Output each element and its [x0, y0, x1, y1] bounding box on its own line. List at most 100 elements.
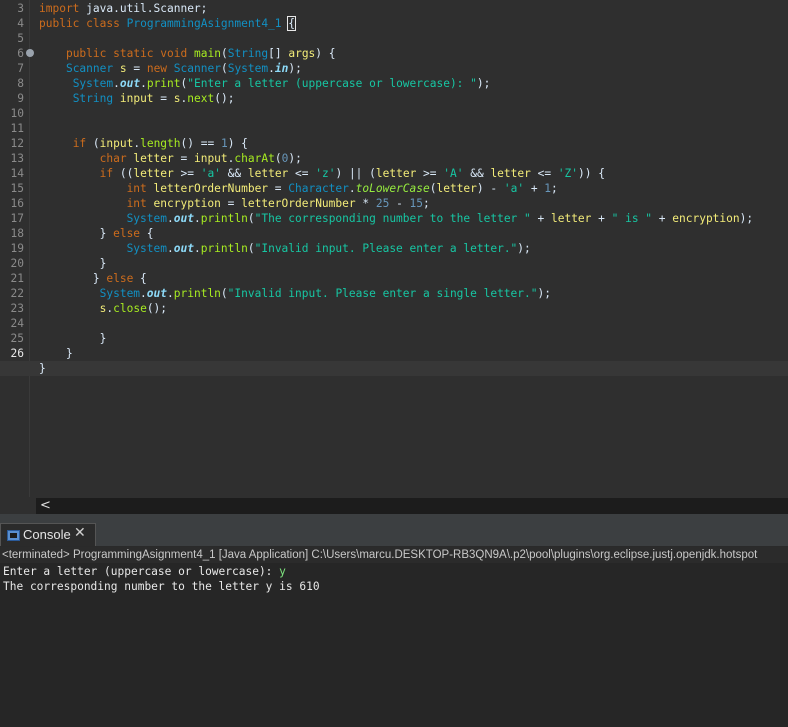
- code-token: letter: [490, 167, 531, 180]
- horizontal-scrollbar[interactable]: <: [36, 498, 788, 514]
- code-token: class: [86, 17, 120, 30]
- code-line[interactable]: 14 if ((letter >= 'a' && letter <= 'z') …: [0, 166, 788, 181]
- code-token: +: [524, 182, 545, 195]
- code-line[interactable]: 4 public class ProgrammingAsignment4_1 {: [0, 16, 788, 31]
- code-token: s: [119, 62, 127, 75]
- line-number: 16: [10, 197, 24, 210]
- tab-console[interactable]: Console ✕: [0, 523, 96, 546]
- code-line[interactable]: 22 System.out.println("Invalid input. Pl…: [0, 286, 788, 301]
- line-number: 13: [10, 152, 24, 165]
- code-line[interactable]: 6 public static void main(String[] args)…: [0, 46, 788, 61]
- code-line[interactable]: 23 s.close();: [0, 301, 788, 316]
- scroll-left-arrow-icon[interactable]: <: [40, 498, 51, 514]
- code-line[interactable]: 10: [0, 106, 788, 121]
- code-token: public: [39, 17, 80, 30]
- code-line[interactable]: 7 Scanner s = new Scanner(System.in);: [0, 61, 788, 76]
- console-view-toolbar: Console ✕: [0, 520, 788, 547]
- console-prompt-text: Enter a letter (uppercase or lowercase):: [3, 565, 280, 578]
- code-line[interactable]: 17 System.out.println("The corresponding…: [0, 211, 788, 226]
- code-text: int letterOrderNumber = Character.toLowe…: [39, 181, 558, 196]
- code-token: +: [530, 212, 551, 225]
- code-line[interactable]: 5: [0, 31, 788, 46]
- code-token: .: [140, 287, 147, 300]
- code-text: String input = s.next();: [39, 91, 235, 106]
- code-editor[interactable]: 3 import java.util.Scanner; 4 public class …: [0, 0, 788, 497]
- code-text: if ((letter >= 'a' && letter <= 'z') || …: [39, 166, 605, 181]
- code-token: public: [65, 47, 107, 60]
- code-token: "The corresponding number to the letter …: [254, 212, 531, 225]
- code-token: if: [72, 137, 87, 150]
- code-token: +: [591, 212, 612, 225]
- code-token: []: [268, 47, 289, 60]
- code-token: letter: [550, 212, 592, 225]
- line-number: 7: [17, 62, 24, 75]
- code-line[interactable]: }: [0, 361, 788, 376]
- fold-toggle-icon[interactable]: [26, 49, 34, 57]
- code-line[interactable]: 12 if (input.length() == 1) {: [0, 136, 788, 151]
- code-line[interactable]: 25 }: [0, 331, 788, 346]
- code-token: 'z': [315, 167, 336, 180]
- code-token: int: [126, 197, 147, 210]
- code-line[interactable]: 21 } else {: [0, 271, 788, 286]
- code-token: }: [39, 227, 114, 240]
- code-token: &&: [463, 167, 491, 180]
- code-token: input: [193, 152, 228, 165]
- code-token: );: [288, 62, 302, 75]
- line-number: 11: [10, 122, 24, 135]
- code-token: out: [173, 212, 194, 225]
- code-line[interactable]: 3 import java.util.Scanner;: [0, 1, 788, 16]
- code-token: .: [113, 77, 120, 90]
- code-token: );: [517, 242, 531, 255]
- line-number: 19: [10, 242, 24, 255]
- code-line[interactable]: 20 }: [0, 256, 788, 271]
- code-token: }: [39, 257, 107, 270]
- line-number: 24: [10, 317, 24, 330]
- tab-console-label: Console: [23, 527, 71, 542]
- code-line[interactable]: 19 System.out.println("Invalid input. Pl…: [0, 241, 788, 256]
- code-token: 15: [409, 197, 424, 210]
- console-icon: [7, 530, 20, 541]
- code-text: System.out.println("Invalid input. Pleas…: [39, 286, 551, 301]
- code-text: public class ProgrammingAsignment4_1 {: [39, 16, 296, 31]
- code-token: input: [99, 137, 134, 150]
- code-token: ((: [113, 167, 134, 180]
- console-output[interactable]: Enter a letter (uppercase or lowercase):…: [0, 563, 788, 727]
- code-line[interactable]: 11: [0, 121, 788, 136]
- line-number: 21: [10, 272, 24, 285]
- code-line[interactable]: 9 String input = s.next();: [0, 91, 788, 106]
- code-text: }: [39, 256, 107, 271]
- code-token: static: [113, 47, 154, 60]
- code-line[interactable]: 18 } else {: [0, 226, 788, 241]
- code-token: .: [268, 62, 275, 75]
- close-icon[interactable]: ✕: [74, 525, 86, 541]
- code-token: }: [39, 272, 107, 285]
- code-token: =: [153, 92, 174, 105]
- code-text: import java.util.Scanner;: [39, 1, 207, 16]
- code-token: >=: [416, 167, 444, 180]
- code-line[interactable]: 16 int encryption = letterOrderNumber * …: [0, 196, 788, 211]
- code-line[interactable]: 13 char letter = input.charAt(0);: [0, 151, 788, 166]
- code-token: ) {: [315, 47, 336, 60]
- code-line[interactable]: 26 }: [0, 346, 788, 361]
- code-line[interactable]: 24: [0, 316, 788, 331]
- code-token: (: [220, 47, 228, 60]
- code-token: char: [99, 152, 127, 165]
- code-line[interactable]: 15 int letterOrderNumber = Character.toL…: [0, 181, 788, 196]
- code-text: char letter = input.charAt(0);: [39, 151, 302, 166]
- code-token: print: [146, 77, 181, 90]
- code-token: args: [288, 47, 316, 60]
- code-token: 'a': [503, 182, 525, 195]
- code-line[interactable]: 8 System.out.print("Enter a letter (uppe…: [0, 76, 788, 91]
- code-token: (: [247, 242, 255, 255]
- code-text: } else {: [39, 226, 154, 241]
- code-token: (: [274, 152, 282, 165]
- code-token: letter: [375, 167, 417, 180]
- code-token: ) -: [476, 182, 504, 195]
- code-token: +: [652, 212, 673, 225]
- code-token: (: [247, 212, 255, 225]
